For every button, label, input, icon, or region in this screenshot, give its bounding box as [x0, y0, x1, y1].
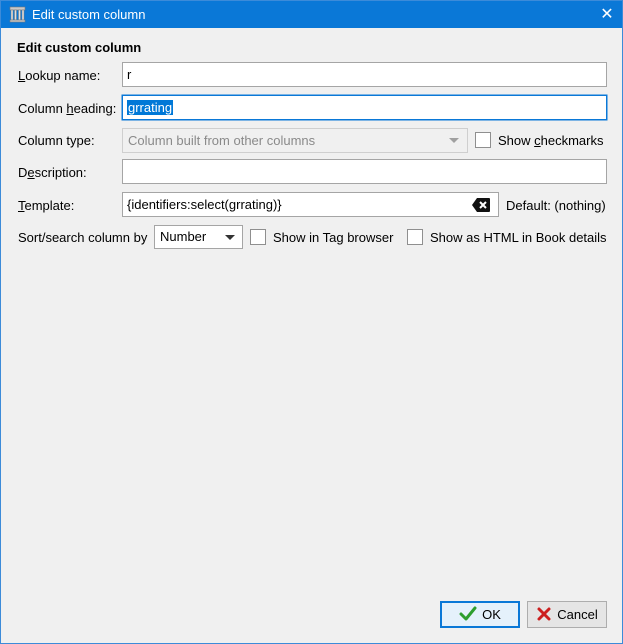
- description-input[interactable]: [122, 159, 607, 184]
- title-bar[interactable]: Edit custom column ✕: [1, 1, 622, 28]
- dialog-window: Edit custom column ✕ Edit custom column …: [0, 0, 623, 644]
- show-as-html-checkbox[interactable]: [407, 229, 423, 245]
- clear-text-icon[interactable]: [471, 197, 491, 213]
- column-heading-label: Column heading:: [18, 101, 117, 116]
- cancel-button-label: Cancel: [557, 607, 598, 622]
- cancel-x-icon: [537, 607, 551, 621]
- close-button[interactable]: ✕: [592, 1, 622, 28]
- chevron-down-icon: [225, 235, 235, 240]
- sort-type-select[interactable]: Number: [154, 225, 243, 249]
- template-default-text: Default: (nothing): [506, 198, 606, 213]
- column-type-select[interactable]: Column built from other columns: [122, 128, 468, 153]
- template-label: Template:: [18, 198, 75, 213]
- show-as-html-label: Show as HTML in Book details: [430, 230, 607, 245]
- library-icon: [9, 6, 26, 23]
- ok-button[interactable]: OK: [440, 601, 520, 628]
- cancel-button[interactable]: Cancel: [527, 601, 607, 628]
- window-title: Edit custom column: [32, 7, 146, 22]
- description-label: Description:: [18, 165, 87, 180]
- lookup-name-label: Lookup name:: [18, 68, 101, 83]
- ok-button-label: OK: [482, 607, 501, 622]
- dialog-heading: Edit custom column: [17, 40, 142, 55]
- checkmark-icon: [459, 606, 477, 621]
- lookup-name-input[interactable]: r: [122, 62, 607, 87]
- chevron-down-icon: [449, 138, 459, 143]
- column-heading-input[interactable]: grrating: [122, 95, 607, 120]
- template-input[interactable]: {identifiers:select(grrating)}: [122, 192, 499, 217]
- selected-text: grrating: [127, 100, 174, 115]
- show-checkmarks-label: Show checkmarks: [498, 133, 604, 148]
- column-type-label: Column type:: [18, 133, 95, 148]
- close-icon: ✕: [600, 6, 614, 23]
- show-checkmarks-checkbox[interactable]: [475, 132, 491, 148]
- sort-search-label: Sort/search column by: [18, 230, 148, 245]
- show-in-tag-browser-label: Show in Tag browser: [273, 230, 394, 245]
- show-in-tag-browser-checkbox[interactable]: [250, 229, 266, 245]
